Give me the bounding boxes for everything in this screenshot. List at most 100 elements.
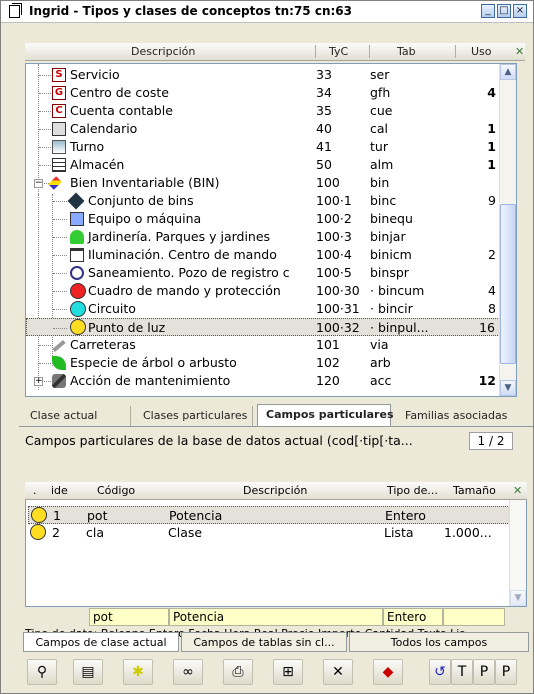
title-bar[interactable]: Ingrid - Tipos y clases de conceptos tn:…	[1, 1, 533, 23]
yellow-circle-icon	[70, 319, 86, 335]
grid-header: . ide Código Descripción Tipo de... Tama…	[25, 482, 527, 500]
bracket-p-icon[interactable]: P	[473, 659, 495, 685]
bracket-p2-icon[interactable]: P	[495, 659, 517, 685]
grid-col-codigo[interactable]: Código	[97, 484, 135, 497]
tree-row-label: Circuito	[88, 301, 136, 316]
grid-col-dot[interactable]: .	[33, 484, 37, 497]
grid-col-tamano[interactable]: Tamaño	[453, 484, 496, 497]
grid-cell-codigo: cla	[86, 525, 105, 540]
tab-familias-asociadas[interactable]: Familias asociadas	[395, 406, 534, 426]
tree-row-tab: · bincum	[370, 283, 425, 298]
tree-row-label: Calendario	[70, 121, 138, 136]
tree-row-uso: 2	[488, 247, 496, 262]
delete-icon[interactable]: ✕	[323, 659, 353, 685]
grid-col-tipo[interactable]: Tipo de...	[387, 484, 438, 497]
maximize-button[interactable]: □	[497, 4, 511, 18]
lamp-icon	[70, 248, 84, 262]
yellow-circle-icon	[31, 507, 47, 523]
scroll-thumb[interactable]	[500, 204, 516, 364]
tree-row-cuenta-contable[interactable]: C Cuenta contable 35 cue	[26, 102, 500, 120]
tree-row-tyc: 102	[316, 355, 340, 370]
grid-row[interactable]: 2 cla Clase Lista 1.000...	[28, 524, 512, 542]
binoculars-icon[interactable]: ⚲	[27, 659, 57, 685]
tipo-field[interactable]: Entero	[383, 608, 443, 626]
tab-campos-particulares[interactable]: Campos particulares	[257, 404, 394, 427]
minimize-button[interactable]: _	[481, 4, 495, 18]
grid-col-ide[interactable]: ide	[51, 484, 68, 497]
tab-todos-campos[interactable]: Todos los campos	[349, 632, 529, 652]
grid-scrollbar[interactable]: ▲ ▼	[509, 484, 526, 606]
tree-row-jardineria[interactable]: Jardinería. Parques y jardines 100·3 bin…	[26, 228, 500, 246]
column-settings-icon[interactable]: ✕	[515, 45, 524, 58]
tree-scrollbar[interactable]: ▲ ▼	[499, 64, 516, 396]
page-indicator[interactable]: 1 / 2	[469, 432, 513, 450]
tree-row-tyc: 101	[316, 337, 340, 352]
link-icon[interactable]: ∞	[173, 659, 203, 685]
well-icon	[70, 266, 84, 280]
panel-title: Campos particulares de la base de datos …	[25, 433, 413, 448]
tree-row-label: Punto de luz	[88, 320, 166, 335]
tree-row-label: Almacén	[70, 157, 125, 172]
grid-cell-tamano: 1.000...	[444, 525, 492, 540]
layout-icon[interactable]: ⊞	[273, 659, 303, 685]
tree-row-label: Saneamiento. Pozo de registro c	[88, 265, 290, 280]
fields-grid[interactable]: 1 pot Potencia Entero 2 cla Clase Lista …	[25, 483, 527, 607]
col-tyc[interactable]: TyC	[329, 45, 348, 58]
tab-campos-clase-actual[interactable]: Campos de clase actual	[23, 632, 179, 652]
tree-row-calendario[interactable]: Calendario 40 cal 1	[26, 120, 500, 138]
tab-clases-particulares[interactable]: Clases particulares	[137, 406, 253, 426]
expand-toggle[interactable]: +	[34, 377, 43, 386]
col-uso[interactable]: Uso	[471, 45, 492, 58]
printer-icon[interactable]: ⎙	[223, 659, 253, 685]
cyan-circle-icon	[70, 301, 86, 317]
document-icon[interactable]: ▤	[73, 659, 103, 685]
tree-row-especie-arbol[interactable]: Especie de árbol o arbusto 102 arb	[26, 354, 500, 372]
grid-scroll-down[interactable]: ▼	[510, 590, 526, 606]
tree-row-punto-luz[interactable]: Punto de luz 100·32 · binpul... 16	[26, 318, 500, 336]
tree-row-turno[interactable]: Turno 41 tur 1	[26, 138, 500, 156]
col-tab[interactable]: Tab	[397, 45, 416, 58]
scroll-up-button[interactable]: ▲	[500, 64, 516, 80]
tree-row-label: Carreteras	[70, 337, 136, 352]
main-window: Ingrid - Tipos y clases de conceptos tn:…	[0, 0, 534, 694]
tree-row-tyc: 100·31	[316, 301, 360, 316]
tree-row-cuadro-mando[interactable]: Cuadro de mando y protección 100·30 · bi…	[26, 282, 500, 300]
collapse-toggle[interactable]: −	[34, 179, 43, 188]
grid-row[interactable]: 1 pot Potencia Entero	[28, 506, 512, 524]
tree-icon	[70, 230, 84, 244]
tree-row-label: Turno	[70, 139, 105, 154]
tree-row-iluminacion[interactable]: Iluminación. Centro de mando 100·4 binic…	[26, 246, 500, 264]
scroll-down-button[interactable]: ▼	[500, 380, 516, 396]
tree-row-equipo[interactable]: Equipo o máquina 100·2 binequ	[26, 210, 500, 228]
codigo-field[interactable]: pot	[89, 608, 169, 626]
tree-row-tab: tur	[370, 139, 388, 154]
close-button[interactable]: ×	[513, 4, 527, 18]
tab-campos-tablas-sin-clase[interactable]: Campos de tablas sin cl...	[181, 632, 347, 652]
tree-row-servicio[interactable]: S Servicio 33 ser	[26, 66, 500, 84]
tree-row-almacen[interactable]: Almacén 50 alm 1	[26, 156, 500, 174]
warehouse-icon	[52, 158, 66, 172]
bracket-t-icon[interactable]: T	[451, 659, 473, 685]
asterisk-icon[interactable]: ✱	[123, 659, 153, 685]
tree-row-accion-mantenimiento[interactable]: + Acción de mantenimiento 120 acc 12	[26, 372, 500, 390]
tree-row-bien-inventariable[interactable]: − Bien Inventariable (BIN) 100 bin	[26, 174, 500, 192]
tamano-field[interactable]	[443, 608, 505, 626]
descripcion-field[interactable]: Potencia	[169, 608, 383, 626]
tab-clase-actual[interactable]: Clase actual	[25, 406, 131, 426]
red-circle-icon	[70, 283, 86, 299]
grid-cell-ide: 1	[53, 508, 61, 523]
tree-row-centro-coste[interactable]: G Centro de coste 34 gfh 4	[26, 84, 500, 102]
window-title: Ingrid - Tipos y clases de conceptos tn:…	[29, 4, 352, 18]
tree-row-circuito[interactable]: Circuito 100·31 · bincir 8	[26, 300, 500, 318]
book-icon[interactable]: ◆	[373, 659, 403, 685]
tree-row-saneamiento[interactable]: Saneamiento. Pozo de registro c 100·5 bi…	[26, 264, 500, 282]
grid-col-descripcion[interactable]: Descripción	[243, 484, 307, 497]
col-descripcion[interactable]: Descripción	[131, 45, 195, 58]
undo-icon[interactable]: ↺	[429, 659, 451, 685]
tree-row-conjunto-bins[interactable]: Conjunto de bins 100·1 binc 9	[26, 192, 500, 210]
computer-icon	[70, 212, 84, 226]
tree-row-tab: binspr	[370, 265, 409, 280]
concept-tree[interactable]: S Servicio 33 ser G Centro de coste 34 g…	[25, 63, 517, 397]
grid-settings-icon[interactable]: ✕	[513, 484, 522, 497]
tree-row-carreteras[interactable]: Carreteras 101 via	[26, 336, 500, 354]
